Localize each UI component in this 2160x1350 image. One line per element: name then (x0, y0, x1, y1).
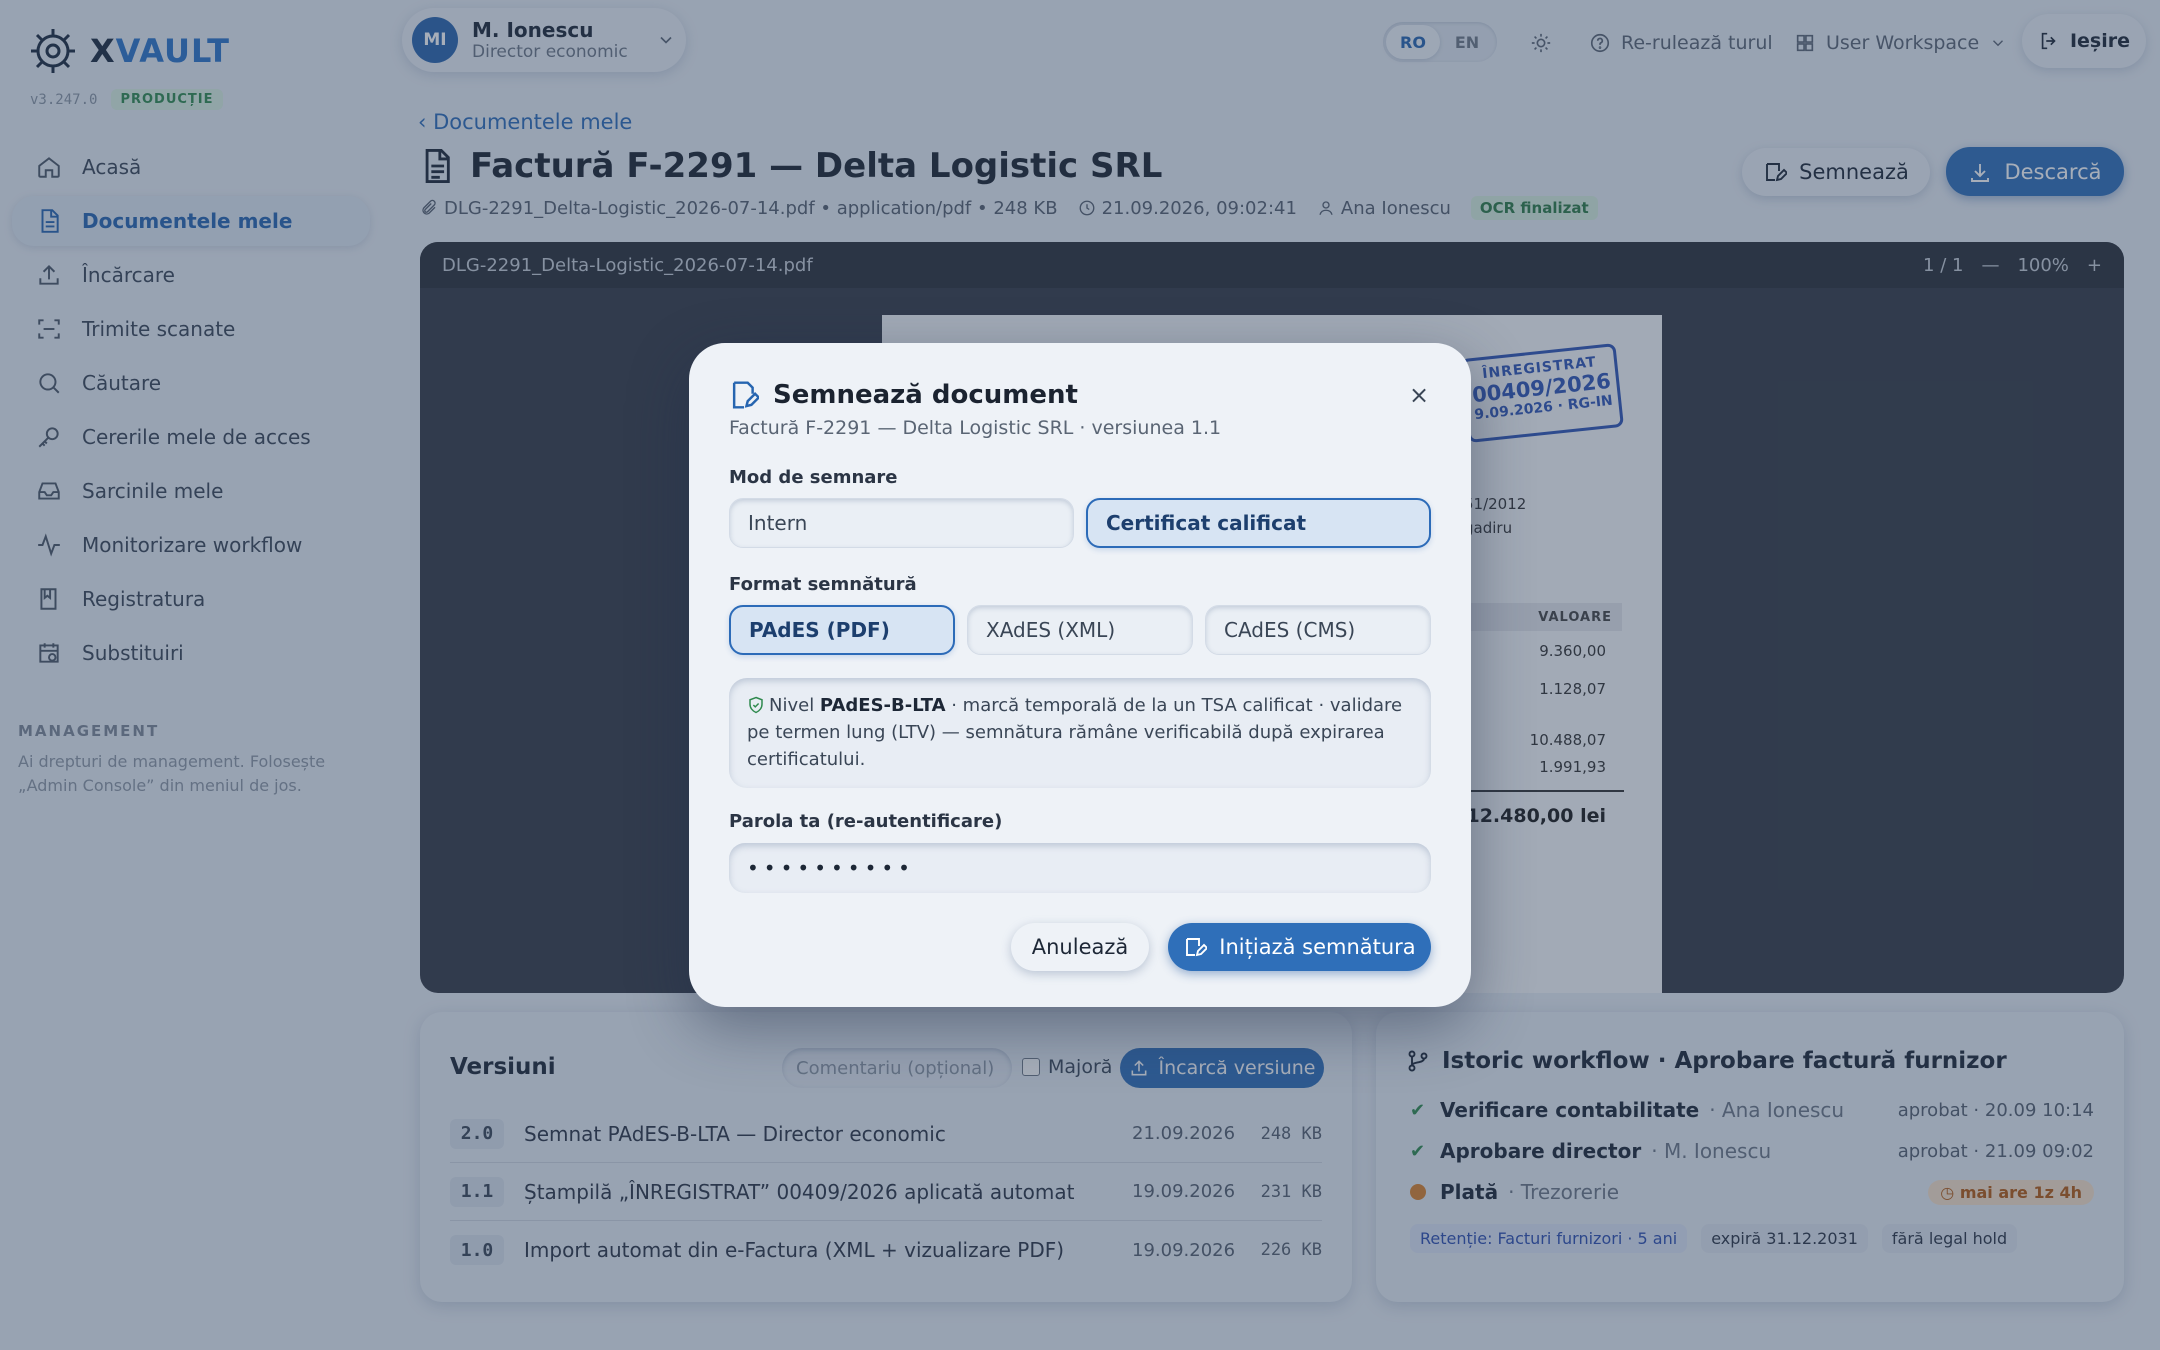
signature-icon (1186, 938, 1208, 957)
dialog-subtitle: Factură F-2291 — Delta Logistic SRL · ve… (729, 417, 1222, 439)
format-option-xades[interactable]: XAdES (XML) (967, 605, 1193, 655)
format-label: Format semnătură (729, 574, 917, 595)
password-field[interactable]: •••••••••• (729, 843, 1431, 893)
sign-mode-label: Mod de semnare (729, 467, 898, 488)
dialog-title: Semnează document (729, 379, 1078, 411)
mode-option-certificat[interactable]: Certificat calificat (1086, 498, 1431, 548)
signature-icon (732, 381, 759, 409)
password-label: Parola ta (re-autentificare) (729, 811, 1003, 832)
initiate-signature-button[interactable]: Inițiază semnătura (1168, 923, 1431, 971)
initiate-signature-label: Inițiază semnătura (1219, 935, 1416, 959)
sign-document-dialog: Semnează document Factură F-2291 — Delta… (689, 343, 1471, 1007)
format-option-cades[interactable]: CAdES (CMS) (1205, 605, 1431, 655)
cancel-button[interactable]: Anulează (1011, 923, 1149, 971)
close-icon[interactable]: × (1409, 381, 1429, 409)
app-root: XVAULT v3.247.0 PRODUCȚIE Acasă Document… (0, 0, 2160, 1350)
mode-option-intern[interactable]: Intern (729, 498, 1074, 548)
signature-level-info: Nivel PAdES-B-LTA · marcă temporală de l… (729, 678, 1431, 788)
shield-check-icon (749, 696, 763, 714)
format-option-pades[interactable]: PAdES (PDF) (729, 605, 955, 655)
